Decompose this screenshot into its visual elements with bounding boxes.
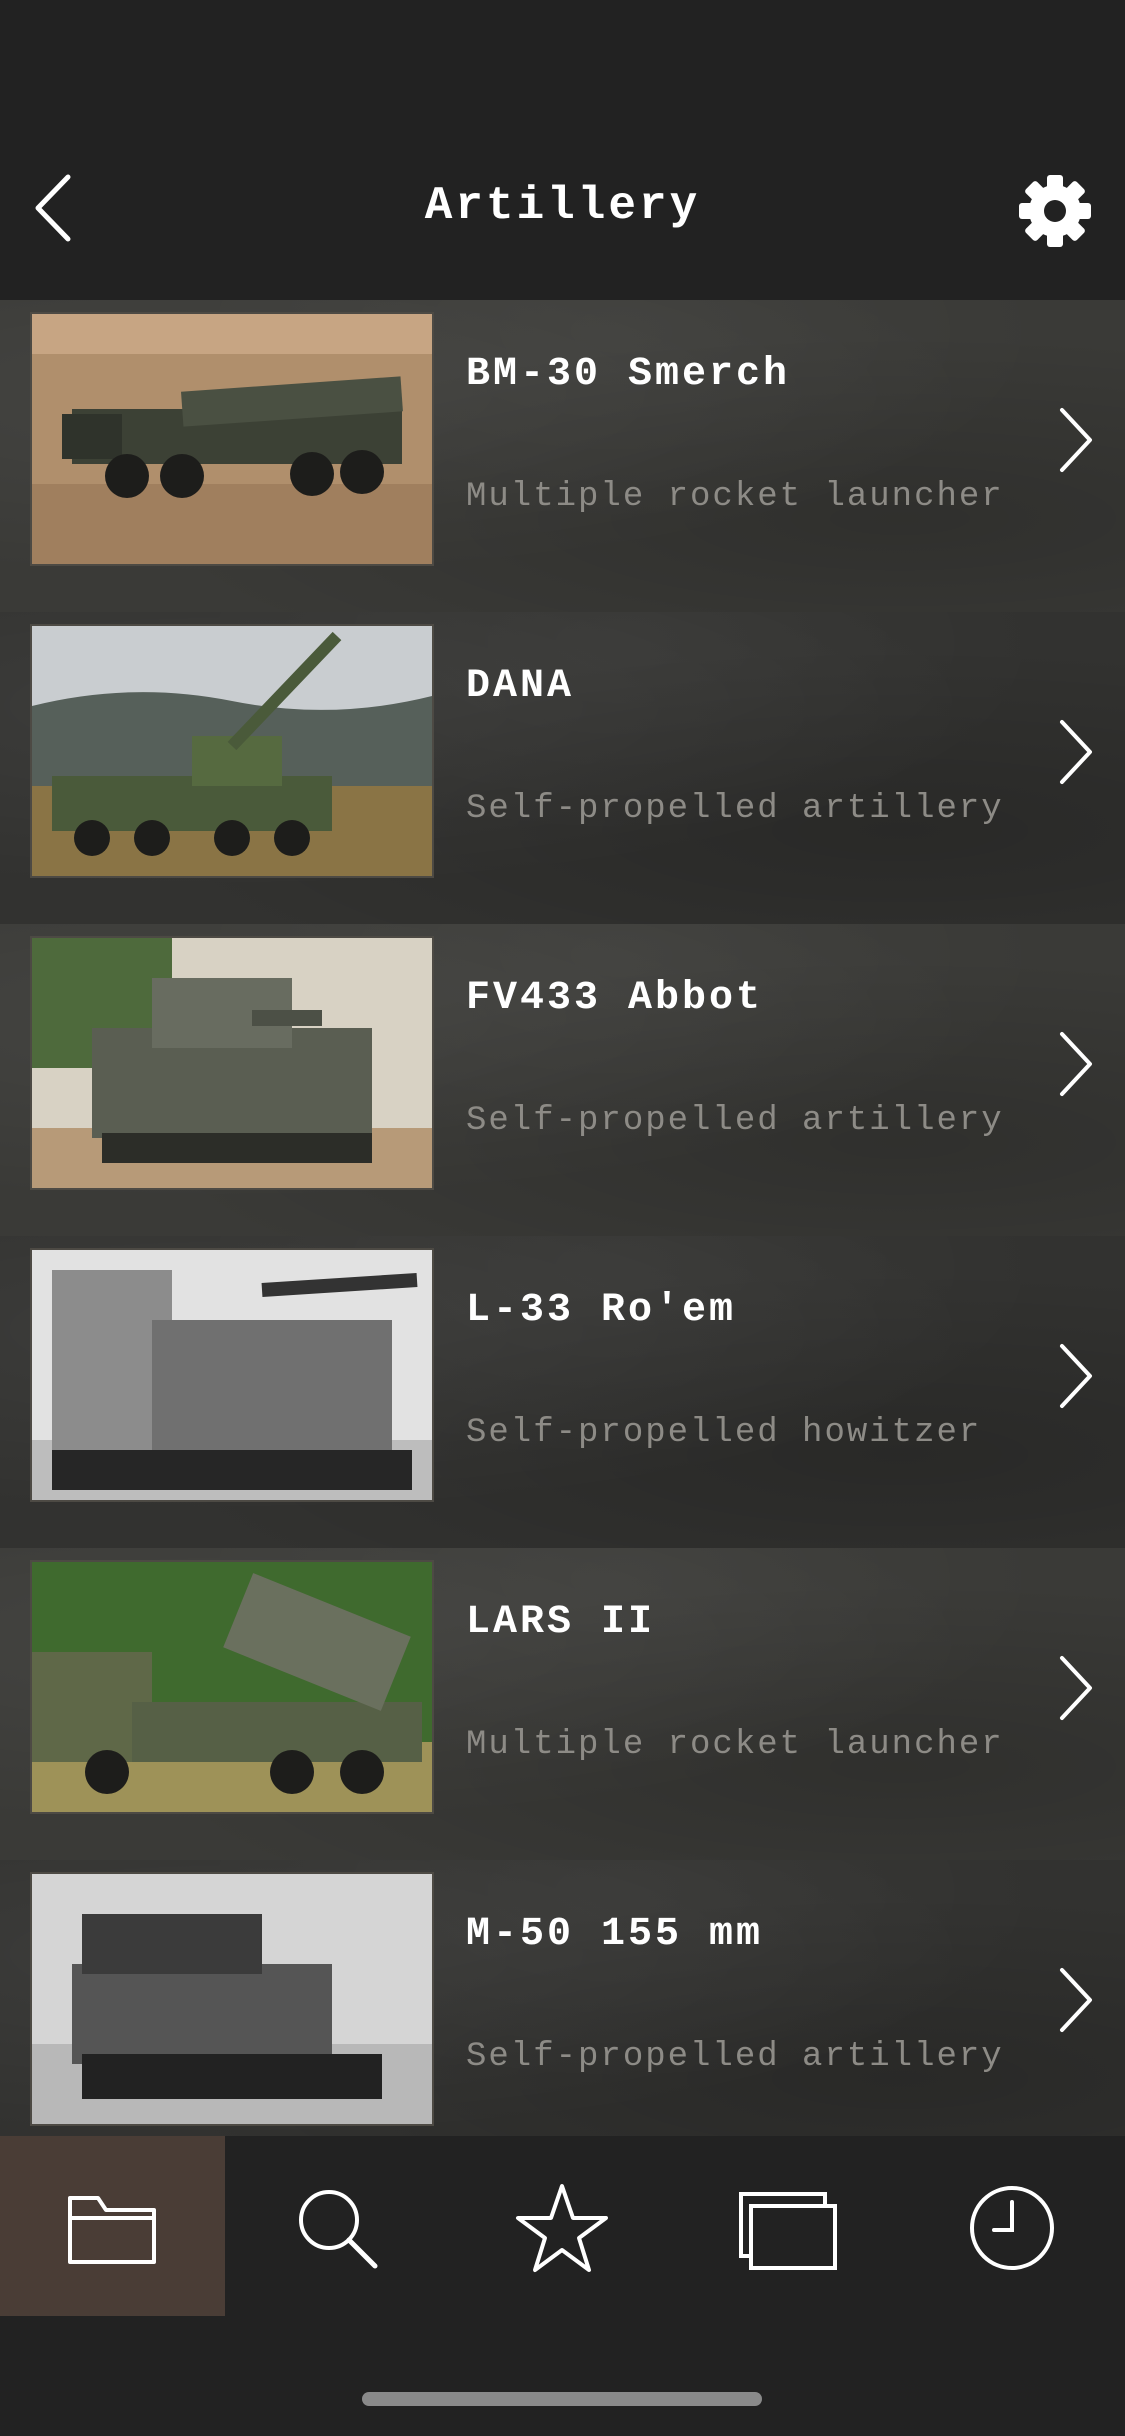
tab-history[interactable] [900,2136,1125,2316]
chevron-right-icon [1060,408,1092,472]
vehicle-thumbnail [30,1248,434,1502]
star-icon [516,2184,608,2272]
item-subtitle: Multiple rocket launcher [466,478,1004,516]
list-item[interactable]: FV433 Abbot Self-propelled artillery [0,924,1125,1236]
item-title: M-50 155 mm [466,1912,764,1957]
tab-search[interactable] [225,2136,450,2316]
vehicle-thumbnail [30,624,434,878]
list-item[interactable]: L-33 Ro'em Self-propelled howitzer [0,1236,1125,1548]
home-indicator[interactable] [362,2392,762,2406]
vehicle-thumbnail [30,312,434,566]
list-item[interactable]: DANA Self-propelled artillery [0,612,1125,924]
gear-icon [1019,175,1091,247]
search-icon [299,2190,378,2269]
vehicle-thumbnail [30,1560,434,1814]
vehicle-thumbnail [30,1872,434,2126]
tab-compare[interactable] [675,2136,900,2316]
page-title: Artillery [424,180,701,232]
item-subtitle: Self-propelled artillery [466,2038,1004,2076]
item-title: BM-30 Smerch [466,352,791,397]
list-item[interactable]: LARS II Multiple rocket launcher [0,1548,1125,1860]
chevron-right-icon [1060,1032,1092,1096]
settings-button[interactable] [1010,168,1100,254]
windows-icon [739,2192,837,2270]
chevron-right-icon [1060,1656,1092,1720]
item-subtitle: Multiple rocket launcher [466,1726,1004,1764]
folder-icon [68,2196,156,2264]
item-subtitle: Self-propelled artillery [466,790,1004,828]
chevron-right-icon [1060,1968,1092,2032]
chevron-right-icon [1060,720,1092,784]
vehicle-list: BM-30 Smerch Multiple rocket launcher DA… [0,300,1125,2136]
vehicle-thumbnail [30,936,434,1190]
item-subtitle: Self-propelled artillery [466,1102,1004,1140]
clock-icon [970,2186,1054,2270]
list-item[interactable]: BM-30 Smerch Multiple rocket launcher [0,300,1125,612]
nav-header: Artillery [0,0,1125,300]
tab-catalog[interactable] [0,2136,225,2316]
chevron-right-icon [1060,1344,1092,1408]
tab-bar [0,2136,1125,2316]
item-subtitle: Self-propelled howitzer [466,1414,982,1452]
item-title: FV433 Abbot [466,976,764,1021]
list-item[interactable]: M-50 155 mm Self-propelled artillery [0,1860,1125,2136]
tab-favorites[interactable] [450,2136,675,2316]
safe-area [0,2316,1125,2436]
item-title: DANA [466,664,575,709]
item-title: L-33 Ro'em [466,1288,737,1333]
item-title: LARS II [466,1600,656,1645]
